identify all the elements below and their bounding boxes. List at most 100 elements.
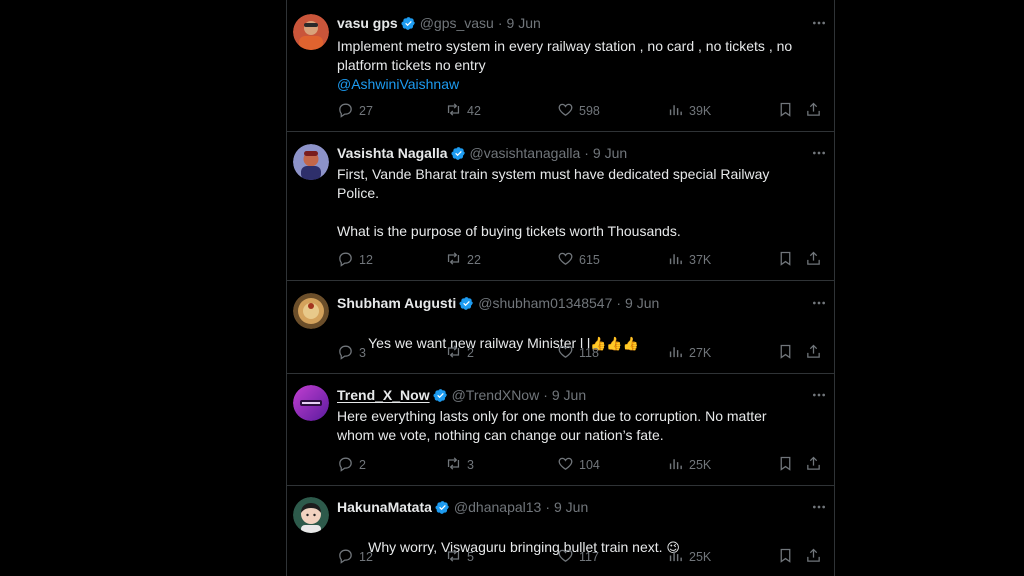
verified-icon: [459, 296, 474, 311]
reply-button[interactable]: 12: [337, 250, 373, 270]
like-icon: [557, 250, 579, 270]
views-button[interactable]: 25K: [667, 547, 711, 567]
reply-button[interactable]: 12: [337, 547, 373, 567]
verified-icon: [450, 146, 466, 161]
retweet-icon: [445, 250, 467, 270]
author-handle[interactable]: @vasishtanagalla: [470, 145, 581, 161]
bookmark-icon: [777, 455, 794, 475]
author-name[interactable]: Vasishta Nagalla: [337, 145, 448, 161]
reply-button[interactable]: 3: [337, 343, 366, 363]
verified-icon: [433, 388, 448, 403]
like-count: 104: [579, 458, 600, 472]
view-count: 39K: [689, 104, 712, 118]
like-icon: [557, 343, 579, 363]
retweet-icon: [445, 547, 467, 567]
more-icon[interactable]: [809, 497, 829, 517]
mention-link[interactable]: @AshwiniVaishnaw: [337, 75, 825, 94]
share-icon: [805, 101, 822, 121]
author-name[interactable]: Shubham Augusti: [337, 295, 456, 311]
more-icon[interactable]: [809, 143, 829, 163]
tweet-date[interactable]: 9 Jun: [593, 145, 627, 161]
more-icon[interactable]: [809, 385, 829, 405]
view-count: 25K: [689, 550, 712, 564]
like-button[interactable]: 615: [557, 250, 600, 270]
tweet-actions: 12 5 117 25K: [337, 547, 825, 567]
tweet-text: Implement metro system in every railway …: [337, 38, 797, 73]
bookmark-button[interactable]: [777, 343, 794, 363]
views-icon: [667, 101, 689, 121]
like-button[interactable]: 118: [557, 343, 599, 363]
view-count: 27K: [689, 346, 712, 360]
verified-icon: [435, 500, 450, 515]
like-count: 598: [579, 104, 600, 118]
retweet-icon: [445, 455, 467, 475]
tweet-date[interactable]: 9 Jun: [554, 499, 588, 515]
share-button[interactable]: [805, 250, 822, 270]
reply-icon: [337, 101, 359, 121]
share-button[interactable]: [805, 455, 822, 475]
retweet-icon: [445, 343, 467, 363]
tweet[interactable]: Vasishta Nagalla @vasishtanagalla · 9 Ju…: [287, 132, 835, 281]
like-button[interactable]: 117: [557, 547, 599, 567]
tweet-text: Here everything lasts only for one month…: [337, 408, 771, 443]
share-button[interactable]: [805, 101, 822, 121]
bookmark-button[interactable]: [777, 101, 794, 121]
reply-icon: [337, 250, 359, 270]
views-button[interactable]: 39K: [667, 101, 711, 121]
tweet[interactable]: Shubham Augusti @shubham01348547 · 9 Jun…: [287, 281, 835, 374]
retweet-button[interactable]: 5: [445, 547, 474, 567]
reply-button[interactable]: 27: [337, 101, 373, 121]
reply-icon: [337, 455, 359, 475]
share-icon: [805, 250, 822, 270]
view-count: 25K: [689, 458, 712, 472]
more-icon[interactable]: [809, 293, 829, 313]
retweet-count: 42: [467, 104, 481, 118]
reply-icon: [337, 547, 359, 567]
tweet[interactable]: vasu gps @gps_vasu · 9 Jun Implement met…: [287, 0, 835, 132]
separator-dot: ·: [543, 387, 548, 403]
tweet[interactable]: HakunaMatata @dhanapal13 · 9 Jun Why wor…: [287, 486, 835, 576]
views-icon: [667, 455, 689, 475]
share-button[interactable]: [805, 343, 822, 363]
author-handle[interactable]: @shubham01348547: [478, 295, 612, 311]
author-name[interactable]: vasu gps: [337, 15, 398, 31]
tweet[interactable]: Trend_X_Now @TrendXNow · 9 Jun Here ever…: [287, 374, 835, 486]
view-count: 37K: [689, 253, 712, 267]
avatar[interactable]: [293, 385, 329, 421]
tweet-date[interactable]: 9 Jun: [552, 387, 586, 403]
views-button[interactable]: 37K: [667, 250, 711, 270]
share-icon: [805, 343, 822, 363]
views-button[interactable]: 25K: [667, 455, 711, 475]
tweet-date[interactable]: 9 Jun: [507, 15, 541, 31]
verified-icon: [401, 16, 416, 31]
avatar[interactable]: [293, 14, 329, 50]
more-icon[interactable]: [809, 13, 829, 33]
like-count: 615: [579, 253, 600, 267]
avatar[interactable]: [293, 144, 329, 180]
avatar[interactable]: [293, 497, 329, 533]
author-handle[interactable]: @dhanapal13: [454, 499, 541, 515]
views-button[interactable]: 27K: [667, 343, 711, 363]
tweet-actions: 2 3 104 25K: [337, 455, 825, 475]
retweet-count: 22: [467, 253, 481, 267]
like-button[interactable]: 104: [557, 455, 600, 475]
reply-button[interactable]: 2: [337, 455, 366, 475]
bookmark-icon: [777, 250, 794, 270]
author-handle[interactable]: @gps_vasu: [420, 15, 494, 31]
reply-count: 2: [359, 458, 366, 472]
retweet-button[interactable]: 3: [445, 455, 474, 475]
bookmark-button[interactable]: [777, 250, 794, 270]
separator-dot: ·: [616, 295, 622, 311]
avatar[interactable]: [293, 293, 329, 329]
bookmark-button[interactable]: [777, 547, 794, 567]
tweet-date[interactable]: 9 Jun: [625, 295, 659, 311]
like-button[interactable]: 598: [557, 101, 600, 121]
retweet-button[interactable]: 42: [445, 101, 481, 121]
retweet-button[interactable]: 2: [445, 343, 474, 363]
bookmark-button[interactable]: [777, 455, 794, 475]
author-handle[interactable]: @TrendXNow: [452, 387, 540, 403]
share-button[interactable]: [805, 547, 822, 567]
retweet-button[interactable]: 22: [445, 250, 481, 270]
author-name[interactable]: HakunaMatata: [337, 499, 432, 515]
author-name[interactable]: Trend_X_Now: [337, 387, 430, 403]
